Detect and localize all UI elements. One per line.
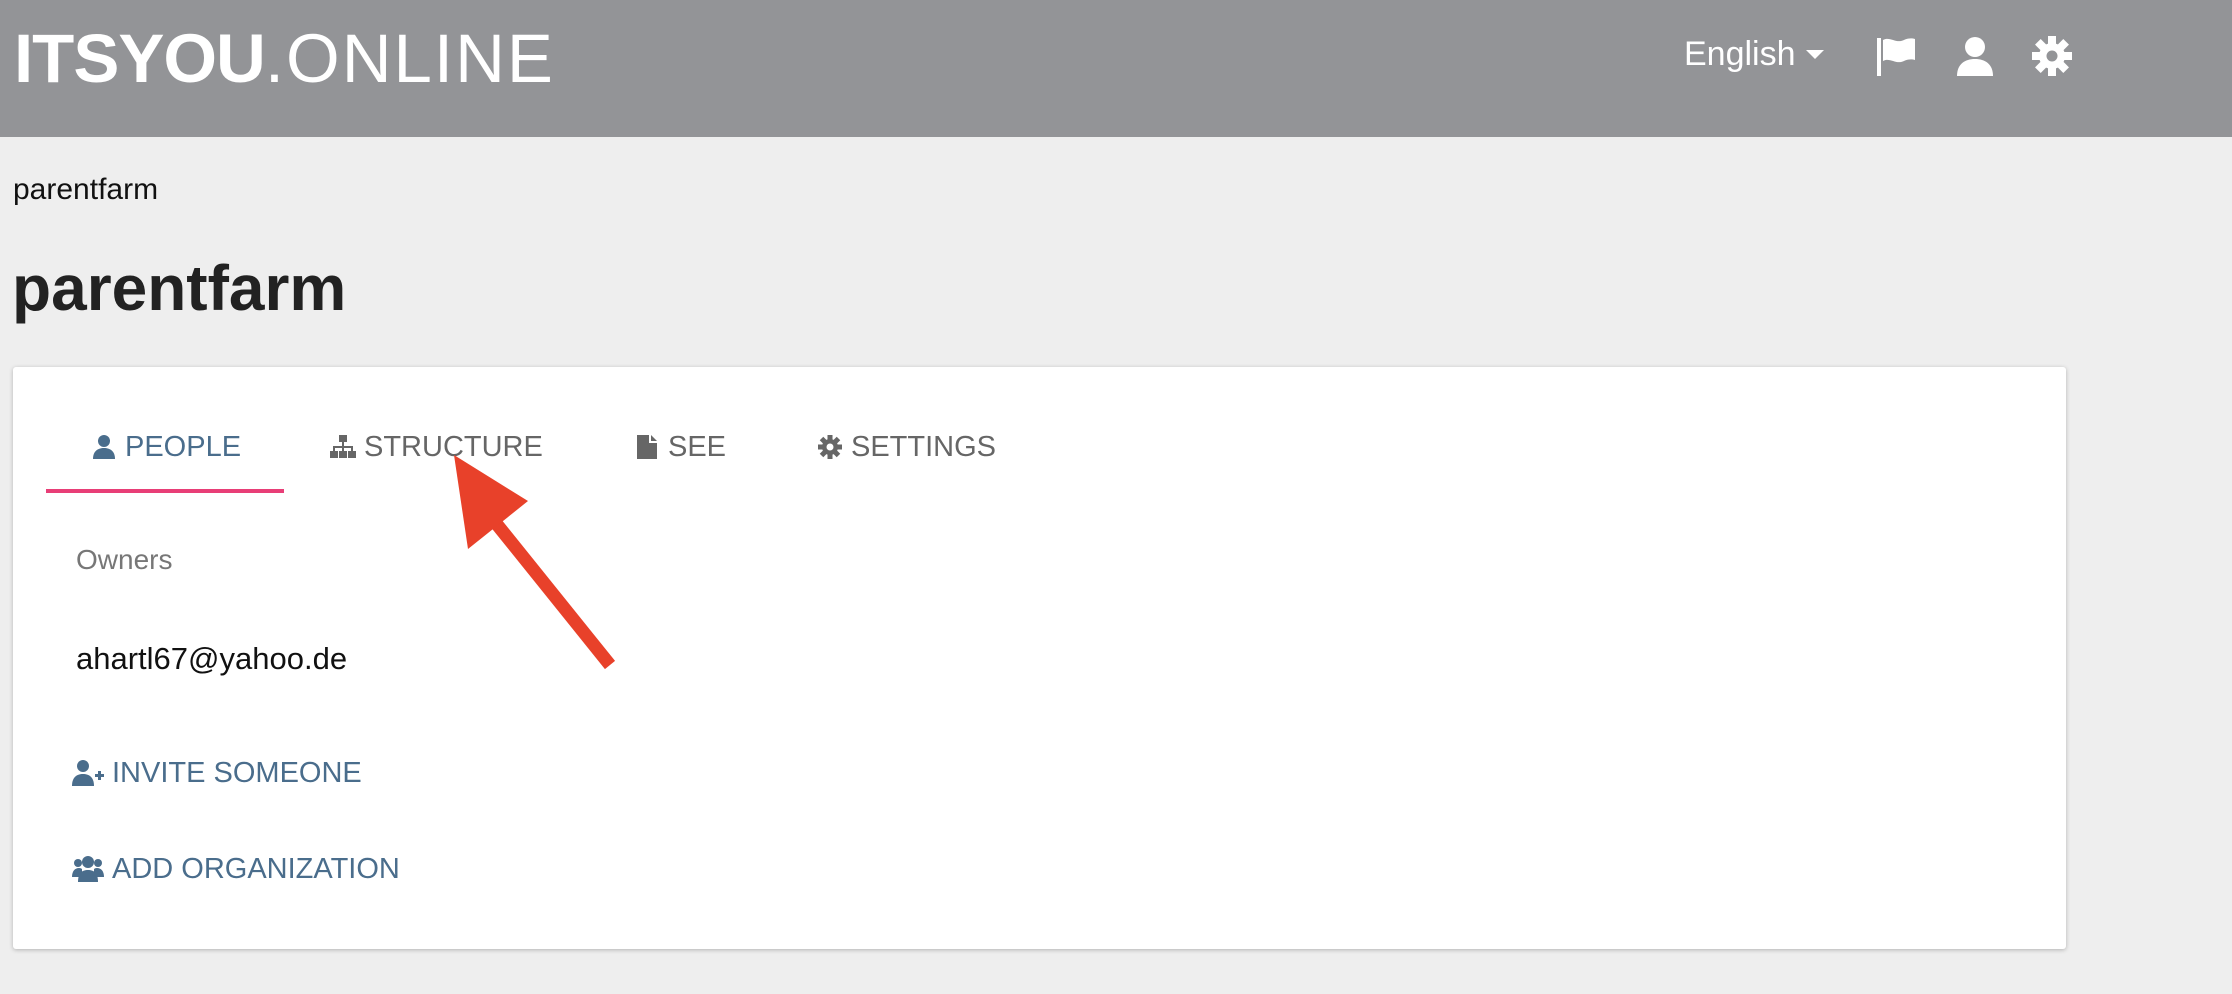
tab-see-label: SEE <box>668 431 727 463</box>
invite-someone-label: INVITE SOMEONE <box>112 757 362 789</box>
organization-card: PEOPLE STRUCTURE SEE SETTINGS Owners aha… <box>13 367 2066 949</box>
tab-settings-label: SETTINGS <box>851 431 997 463</box>
tab-settings[interactable]: SETTINGS <box>817 425 996 505</box>
tab-see[interactable]: SEE <box>634 425 726 505</box>
caret-down-icon <box>1805 49 1824 59</box>
page-title: parentfarm <box>12 252 347 324</box>
user-icon[interactable] <box>1953 34 1997 78</box>
invite-someone-button[interactable]: INVITE SOMEONE <box>72 753 362 793</box>
user-plus-icon <box>72 760 104 786</box>
language-label: English <box>1684 35 1796 73</box>
app-logo[interactable]: ITSYOU.ONLINE <box>14 20 555 98</box>
tab-people-label: PEOPLE <box>125 431 242 463</box>
add-organization-button[interactable]: ADD ORGANIZATION <box>72 849 400 889</box>
top-navbar: ITSYOU.ONLINE English <box>0 0 2232 137</box>
annotation-arrow <box>454 455 616 670</box>
logo-thin-text: .ONLINE <box>264 20 555 97</box>
gear-icon[interactable] <box>2030 34 2074 78</box>
active-tab-indicator <box>46 489 284 493</box>
gear-icon <box>818 435 842 459</box>
sitemap-icon <box>330 435 356 458</box>
user-icon <box>93 435 115 459</box>
tab-people[interactable]: PEOPLE <box>91 425 241 505</box>
add-organization-label: ADD ORGANIZATION <box>112 853 400 885</box>
language-dropdown[interactable]: English <box>1684 30 1824 78</box>
owners-label: Owners <box>76 544 173 575</box>
breadcrumb[interactable]: parentfarm <box>13 171 158 209</box>
owner-email[interactable]: ahartl67@yahoo.de <box>76 639 347 679</box>
users-icon <box>72 856 104 882</box>
flag-icon[interactable] <box>1874 34 1918 78</box>
logo-bold-text: ITSYOU <box>14 20 266 97</box>
